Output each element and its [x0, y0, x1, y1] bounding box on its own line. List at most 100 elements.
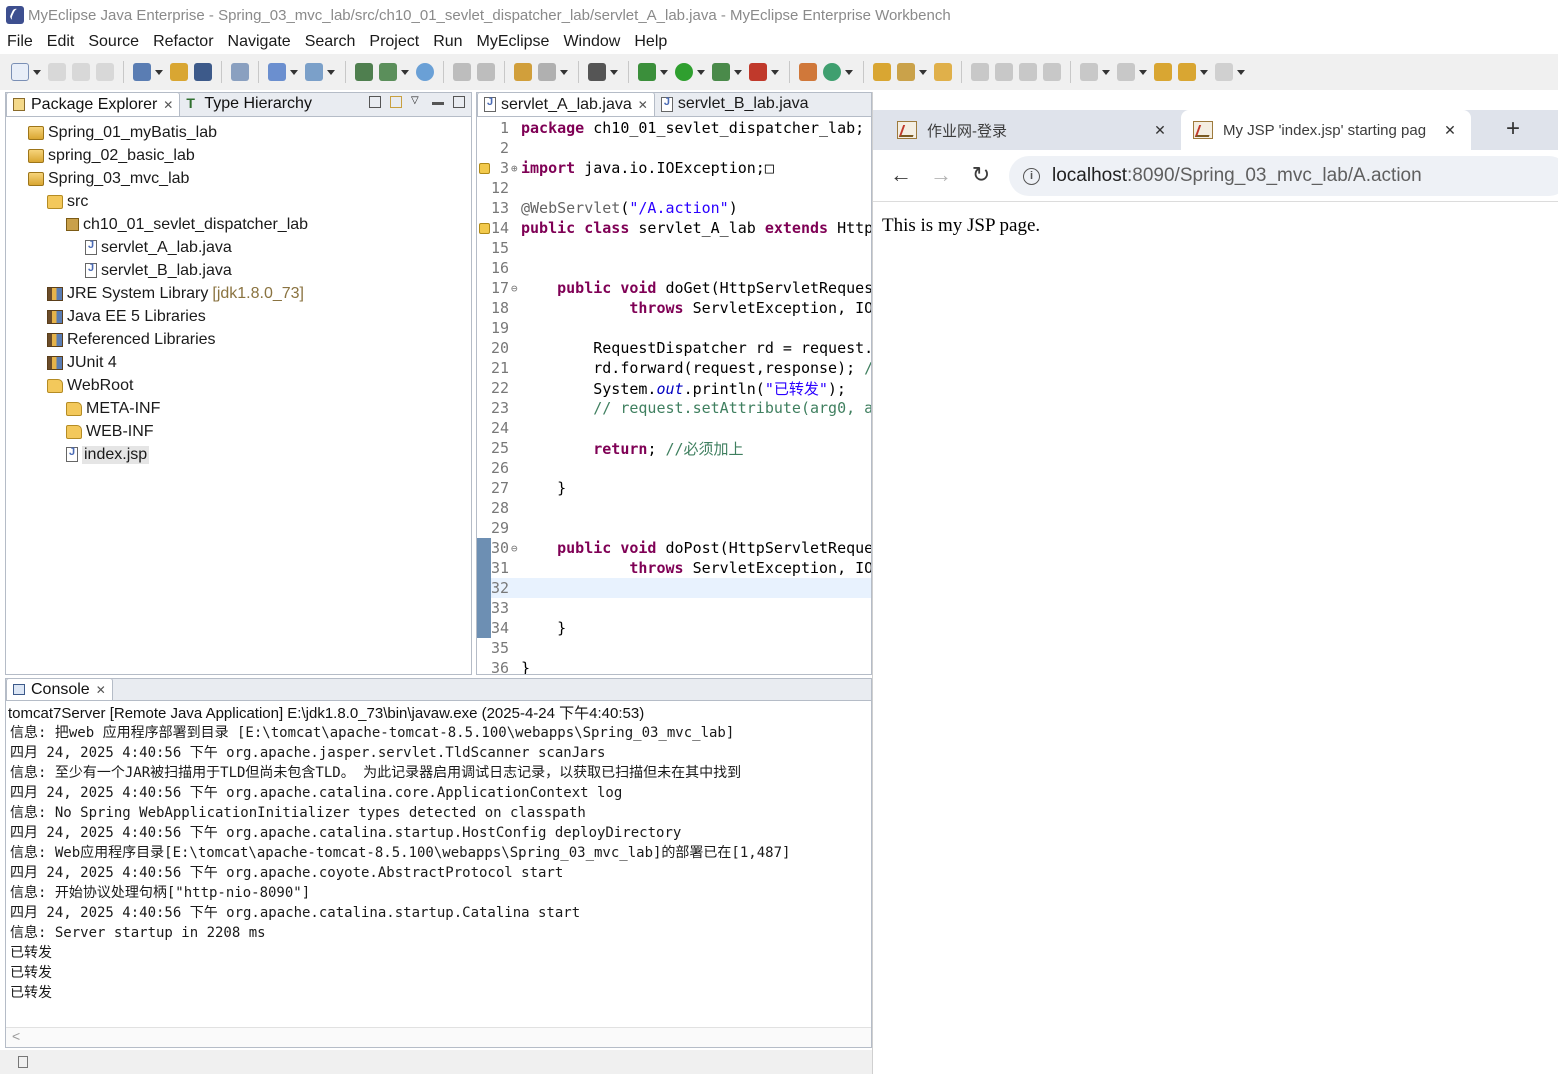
back-icon[interactable]: [1178, 63, 1196, 81]
code-line[interactable]: 24: [477, 418, 871, 438]
web-browser-icon[interactable]: [305, 63, 323, 81]
fold-toggle-icon[interactable]: ⊖: [511, 282, 521, 295]
screenshot-dropdown-icon[interactable]: [610, 69, 618, 75]
screenshot-icon[interactable]: [588, 63, 606, 81]
open-type-icon[interactable]: [170, 63, 188, 81]
tab-servlet-a-lab[interactable]: servlet_A_lab.java ✕: [477, 93, 655, 116]
code-line[interactable]: 21 rd.forward(request,response); //: [477, 358, 871, 378]
tree-item[interactable]: index.jsp: [6, 443, 471, 466]
close-icon[interactable]: ✕: [1147, 122, 1173, 139]
code-line[interactable]: 22 System.out.println("已转发");: [477, 378, 871, 398]
fold-toggle-icon[interactable]: ⊕: [511, 162, 521, 175]
tab-type-hierarchy[interactable]: Type Hierarchy: [180, 92, 318, 116]
link-with-editor-icon[interactable]: [390, 96, 402, 108]
menu-source[interactable]: Source: [81, 33, 146, 51]
tree-item[interactable]: META-INF: [6, 397, 471, 420]
forward-arrow-icon[interactable]: →: [927, 162, 955, 190]
close-icon[interactable]: ✕: [1437, 122, 1463, 139]
code-line[interactable]: 3 ⊕ import java.io.IOException;□: [477, 158, 871, 178]
coverage-icon[interactable]: [712, 63, 730, 81]
external-tools-icon[interactable]: [749, 63, 767, 81]
code-line[interactable]: 34 }: [477, 618, 871, 638]
console-output[interactable]: 信息: 把web 应用程序部署到目录 [E:\tomcat\apache-tom…: [6, 723, 871, 1003]
close-icon[interactable]: ✕: [163, 98, 173, 112]
tree-item[interactable]: src: [6, 190, 471, 213]
back-arrow-icon[interactable]: ←: [887, 162, 915, 190]
tab-console[interactable]: Console ✕: [6, 679, 113, 700]
new-icon[interactable]: [11, 63, 29, 81]
maximize-icon[interactable]: [453, 96, 465, 108]
tree-item[interactable]: servlet_A_lab.java: [6, 236, 471, 259]
tree-item[interactable]: Spring_01_myBatis_lab: [6, 121, 471, 144]
new-package-icon[interactable]: [514, 63, 532, 81]
debug-dropdown-icon[interactable]: [660, 69, 668, 75]
new-dropdown-icon[interactable]: [33, 69, 41, 75]
tree-item[interactable]: JUnit 4: [6, 351, 471, 374]
menu-file[interactable]: File: [0, 33, 40, 51]
reload-icon[interactable]: ↻: [967, 162, 995, 190]
tree-item[interactable]: JRE System Library [jdk1.8.0_73]: [6, 282, 471, 305]
tree-item[interactable]: WebRoot: [6, 374, 471, 397]
code-line[interactable]: 28: [477, 498, 871, 518]
search-icon[interactable]: [897, 63, 915, 81]
code-line[interactable]: 27 }: [477, 478, 871, 498]
external-tools-dropdown-icon[interactable]: [771, 69, 779, 75]
tree-item[interactable]: Spring_03_mvc_lab: [6, 167, 471, 190]
search-dropdown-icon[interactable]: [919, 69, 927, 75]
tab-servlet-b-lab[interactable]: servlet_B_lab.java: [655, 93, 815, 116]
tree-item[interactable]: spring_02_basic_lab: [6, 144, 471, 167]
new-java-project-icon[interactable]: [133, 63, 151, 81]
code-line[interactable]: 32: [477, 578, 871, 598]
code-line[interactable]: 25 return; //必须加上: [477, 438, 871, 458]
back-dropdown-icon[interactable]: [1200, 69, 1208, 75]
browser-dropdown-icon[interactable]: [327, 69, 335, 75]
menu-myeclipse[interactable]: MyEclipse: [470, 33, 557, 51]
site-info-icon[interactable]: i: [1023, 167, 1040, 185]
menu-edit[interactable]: Edit: [40, 33, 82, 51]
browser-tab-login[interactable]: 作业网-登录 ✕: [885, 110, 1181, 150]
server-dropdown-icon[interactable]: [401, 69, 409, 75]
new-class-wizard-icon[interactable]: [823, 63, 841, 81]
tab-package-explorer[interactable]: Package Explorer ✕: [6, 92, 181, 116]
monitor-icon[interactable]: [538, 63, 556, 81]
code-line[interactable]: 1 package ch10_01_sevlet_dispatcher_lab;: [477, 118, 871, 138]
debug-icon[interactable]: [638, 63, 656, 81]
collapse-all-icon[interactable]: [369, 96, 381, 108]
close-icon[interactable]: ✕: [638, 98, 648, 112]
new-class-icon[interactable]: [799, 63, 817, 81]
open-task-icon[interactable]: [934, 63, 952, 81]
menu-search[interactable]: Search: [298, 33, 363, 51]
project-dropdown-icon[interactable]: [155, 69, 163, 75]
pen-icon[interactable]: [995, 63, 1013, 81]
last-edit-icon[interactable]: [1154, 63, 1172, 81]
new-class-dropdown-icon[interactable]: [845, 69, 853, 75]
open-folder-icon[interactable]: [873, 63, 891, 81]
view-menu-icon[interactable]: ▽: [411, 96, 423, 108]
menu-refactor[interactable]: Refactor: [146, 33, 220, 51]
deploy-dropdown-icon[interactable]: [290, 69, 298, 75]
console-horizontal-scrollbar[interactable]: <: [6, 1027, 871, 1047]
code-line[interactable]: 13 @WebServlet("/A.action"): [477, 198, 871, 218]
deploy-icon[interactable]: [268, 63, 286, 81]
toggle-mark-icon[interactable]: [971, 63, 989, 81]
run-icon[interactable]: [675, 63, 693, 81]
close-icon[interactable]: ✕: [96, 683, 106, 697]
next-annotation-dropdown-icon[interactable]: [1102, 69, 1110, 75]
forward-icon[interactable]: [1215, 63, 1233, 81]
code-line[interactable]: 23 // request.setAttribute(arg0, a: [477, 398, 871, 418]
tree-item[interactable]: WEB-INF: [6, 420, 471, 443]
prev-annotation-icon[interactable]: [1117, 63, 1135, 81]
code-line[interactable]: 19: [477, 318, 871, 338]
code-line[interactable]: 20 RequestDispatcher rd = request.: [477, 338, 871, 358]
next-annotation-icon[interactable]: [1080, 63, 1098, 81]
save-icon[interactable]: [48, 63, 66, 81]
server-manage-icon[interactable]: [379, 63, 397, 81]
scroll-left-icon[interactable]: <: [12, 1028, 20, 1044]
code-line[interactable]: 14 public class servlet_A_lab extends Htt…: [477, 218, 871, 238]
coverage-dropdown-icon[interactable]: [734, 69, 742, 75]
fold-toggle-icon[interactable]: ⊖: [511, 542, 521, 555]
menu-navigate[interactable]: Navigate: [221, 33, 298, 51]
code-line[interactable]: 35: [477, 638, 871, 658]
tree-item[interactable]: servlet_B_lab.java: [6, 259, 471, 282]
code-line[interactable]: 26: [477, 458, 871, 478]
